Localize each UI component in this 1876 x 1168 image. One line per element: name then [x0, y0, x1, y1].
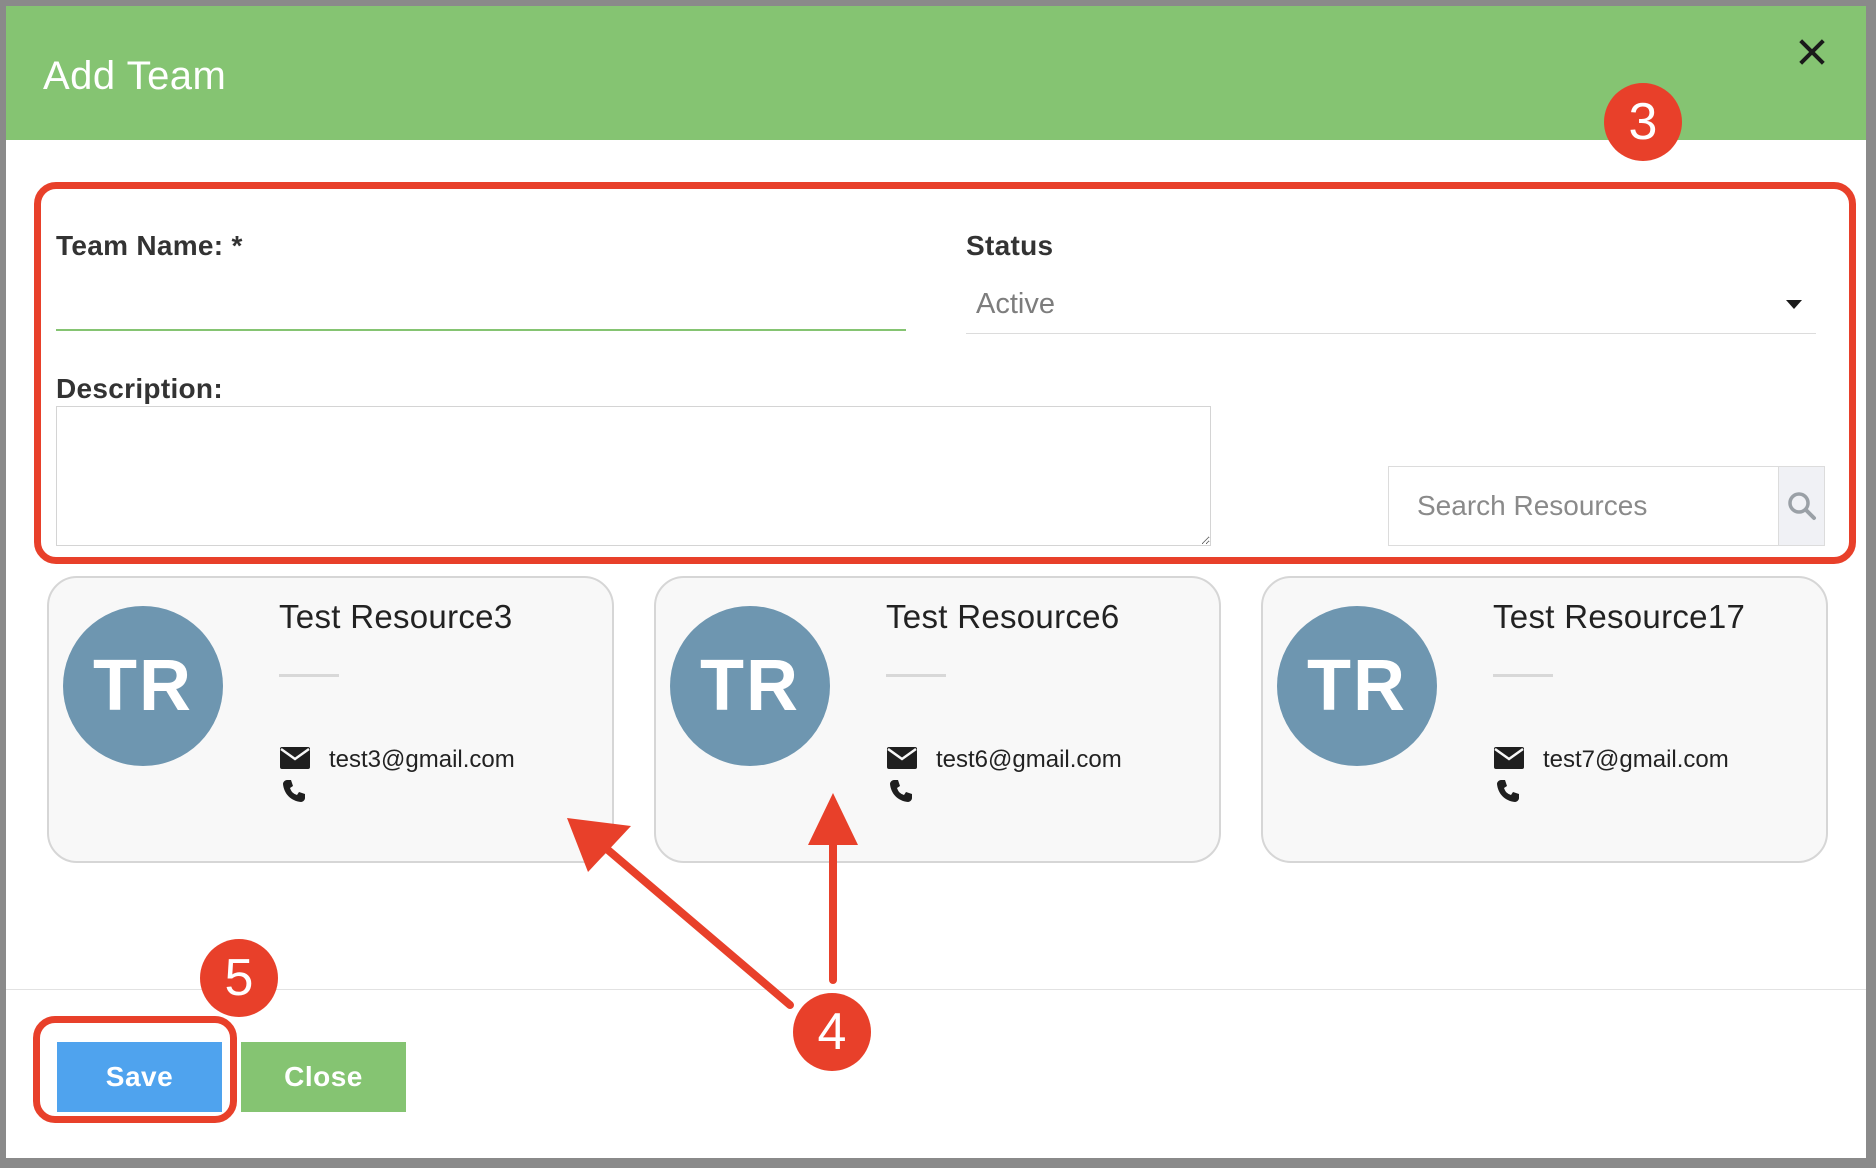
resource-email: test7@gmail.com: [1543, 746, 1729, 773]
search-resources-input[interactable]: [1389, 467, 1778, 545]
resource-name: Test Resource17: [1493, 598, 1746, 635]
description-label: Description:: [56, 373, 223, 404]
phone-icon: [1497, 780, 1519, 802]
close-icon[interactable]: [1796, 36, 1828, 68]
avatar: TR: [63, 606, 223, 766]
resource-card[interactable]: TR Test Resource6 test6@gmail.com: [654, 576, 1221, 863]
resource-name: Test Resource3: [279, 598, 513, 635]
resource-email: test3@gmail.com: [329, 746, 515, 773]
resource-card[interactable]: TR Test Resource17 test7@gmail.com: [1261, 576, 1828, 863]
divider: [279, 674, 339, 677]
phone-icon: [890, 780, 912, 802]
resource-card[interactable]: TR Test Resource3 test3@gmail.com: [47, 576, 614, 863]
divider: [1493, 674, 1553, 677]
status-selected-value: Active: [976, 288, 1055, 320]
avatar: TR: [670, 606, 830, 766]
envelope-icon: [1494, 747, 1524, 769]
status-label: Status: [966, 230, 1054, 261]
resource-email: test6@gmail.com: [936, 746, 1122, 773]
envelope-icon: [280, 747, 310, 769]
envelope-icon: [887, 747, 917, 769]
search-icon: [1787, 492, 1816, 520]
status-select[interactable]: Active: [966, 276, 1816, 334]
resource-name: Test Resource6: [886, 598, 1120, 635]
add-team-modal: Add Team Team Name: * Status Active Desc…: [6, 6, 1866, 1158]
team-name-input[interactable]: [56, 281, 906, 331]
description-textarea[interactable]: [56, 406, 1211, 546]
divider: [886, 674, 946, 677]
save-button[interactable]: Save: [57, 1042, 222, 1112]
close-button[interactable]: Close: [241, 1042, 406, 1112]
avatar: TR: [1277, 606, 1437, 766]
modal-header: Add Team: [6, 6, 1866, 140]
team-name-label: Team Name: *: [56, 230, 243, 261]
search-button[interactable]: [1778, 467, 1824, 545]
phone-icon: [283, 780, 305, 802]
search-resources-group: [1388, 466, 1825, 546]
footer-divider: [6, 989, 1866, 990]
modal-title: Add Team: [43, 54, 227, 98]
caret-down-icon: [1786, 300, 1802, 309]
